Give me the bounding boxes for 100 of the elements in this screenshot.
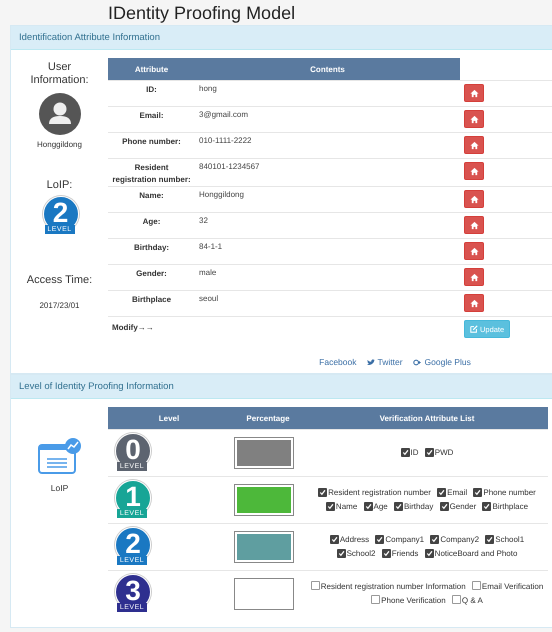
plus-icon — [412, 358, 422, 366]
column-header: Attribute — [134, 64, 168, 74]
checkbox-label: Address — [340, 535, 370, 544]
checkbox-label: NoticeBoard and Photo — [434, 549, 518, 558]
checkbox[interactable] — [371, 595, 380, 604]
attribute-value: hong — [199, 84, 217, 93]
checkbox[interactable] — [424, 549, 434, 558]
checkbox-label: Resident registration number — [328, 488, 431, 497]
social-link[interactable]: Google Plus — [424, 357, 471, 367]
checkbox[interactable] — [437, 488, 446, 497]
loip-label: LoIP: — [46, 179, 72, 192]
attribute-label: Email: — [139, 111, 164, 120]
checkbox[interactable] — [485, 535, 494, 544]
checkbox-label: PWD — [434, 448, 454, 457]
attribute-value: 32 — [199, 216, 208, 225]
chart-window-icon — [36, 437, 82, 477]
attribute-label: Birthplace — [132, 295, 172, 304]
checkbox-label: Name — [336, 502, 358, 511]
user-name: Honggildong — [37, 140, 82, 149]
attribute-value: Honggildong — [199, 190, 244, 199]
checkbox-label: Birthplace — [492, 502, 528, 511]
checkbox[interactable] — [440, 502, 449, 511]
attribute-label: ID: — [146, 85, 157, 94]
home-button[interactable] — [464, 216, 484, 234]
panel-heading: Identification Attribute Information — [19, 32, 160, 43]
checkbox[interactable] — [318, 488, 328, 497]
column-header: Verification Attribute List — [380, 414, 474, 422]
checkbox-label: School2 — [346, 549, 376, 558]
checkbox-label: Gender — [450, 502, 476, 511]
home-button[interactable] — [464, 242, 484, 260]
checkbox[interactable] — [400, 448, 410, 457]
home-icon — [470, 88, 478, 98]
attribute-label: Phone number: — [122, 137, 181, 146]
checkbox[interactable] — [364, 502, 372, 511]
checkbox[interactable] — [336, 549, 346, 558]
social-link[interactable]: Twitter — [378, 357, 403, 367]
checkbox[interactable] — [472, 581, 481, 590]
checkbox[interactable] — [452, 595, 461, 604]
checkbox-label: Email Verification — [482, 582, 544, 591]
home-icon — [470, 114, 478, 124]
home-button[interactable] — [464, 162, 484, 180]
checkbox-label: Phone number — [483, 488, 536, 497]
checkbox-label: ID — [410, 448, 419, 457]
home-icon — [470, 166, 478, 176]
bird-icon — [366, 358, 374, 366]
page-title: IDentity Proofing Model — [107, 2, 296, 25]
checkbox-label: Friends — [392, 549, 418, 558]
access-time-label: Access Time: — [26, 274, 92, 287]
column-header: Percentage — [246, 414, 290, 422]
attribute-value: 010-1111-2222 — [199, 136, 252, 145]
checkbox[interactable] — [330, 535, 339, 544]
attribute-label: Name: — [139, 191, 164, 200]
checkbox-label: Resident registration number Information — [320, 582, 466, 591]
home-button[interactable] — [464, 136, 484, 154]
checkbox[interactable] — [375, 535, 384, 544]
checkbox[interactable] — [394, 502, 403, 511]
checkbox[interactable] — [424, 448, 434, 457]
checkbox[interactable] — [326, 502, 335, 511]
loip-caption: LoIP — [50, 483, 68, 493]
panel-heading: Level of Identity Proofing Information — [19, 381, 174, 392]
checkbox[interactable] — [482, 502, 492, 511]
avatar-icon — [38, 93, 80, 135]
attribute-value: 840101-1234567 — [199, 162, 260, 171]
home-button[interactable] — [464, 110, 484, 128]
home-icon — [470, 272, 478, 282]
checkbox[interactable] — [382, 549, 391, 558]
attribute-label: Birthday: — [134, 243, 170, 252]
attribute-value: male — [199, 268, 216, 277]
home-button[interactable] — [464, 294, 484, 312]
checkbox-label: Phone Verification — [381, 596, 446, 605]
checkbox-label: Birthday — [404, 502, 434, 511]
checkbox[interactable] — [310, 581, 320, 590]
home-icon — [470, 298, 478, 308]
attribute-value: seoul — [199, 294, 218, 303]
attribute-label: Gender: — [136, 269, 167, 278]
checkbox[interactable] — [430, 535, 440, 544]
checkbox-label: Email — [447, 488, 468, 497]
home-icon — [470, 246, 478, 256]
checkbox-label: Q & A — [462, 596, 483, 605]
home-button[interactable] — [464, 84, 484, 102]
home-icon — [470, 194, 478, 204]
column-header: Level — [158, 414, 180, 422]
checkbox-label: Company2 — [440, 535, 480, 544]
attribute-label: Age: — [142, 217, 160, 226]
home-button[interactable] — [464, 268, 484, 286]
attribute-label: Resident registration number: — [112, 163, 191, 184]
checkbox[interactable] — [473, 488, 482, 497]
edit-icon — [470, 325, 478, 333]
modify-label: Modify→→ — [112, 323, 154, 332]
checkbox-label: Age — [374, 502, 388, 511]
checkbox-label: Company1 — [385, 535, 424, 544]
access-time: 2017/23/01 — [39, 301, 80, 310]
user-info-label: User Information: — [29, 61, 90, 87]
column-header: Contents — [310, 64, 345, 74]
home-icon — [470, 140, 478, 150]
home-icon — [470, 220, 478, 230]
attribute-value: 3@gmail.com — [199, 110, 248, 119]
attribute-value: 84-1-1 — [199, 242, 222, 251]
home-button[interactable] — [464, 190, 484, 208]
social-link[interactable]: Facebook — [319, 357, 356, 367]
